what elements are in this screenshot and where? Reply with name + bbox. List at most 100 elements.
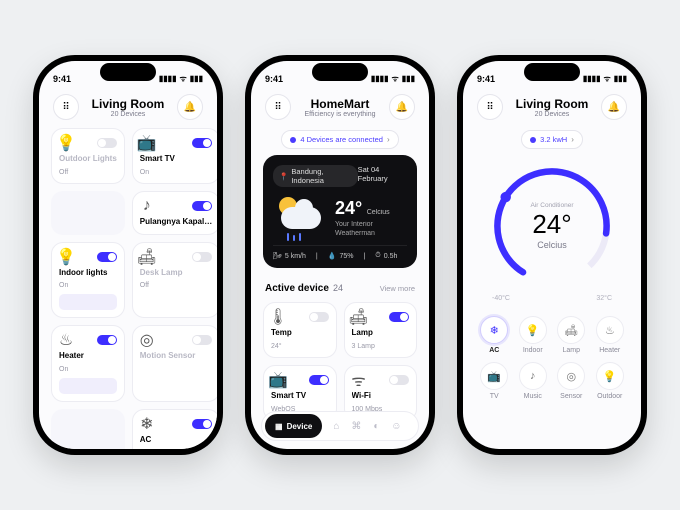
device-card[interactable]: 📺Smart TVOn <box>132 128 217 184</box>
device-card[interactable]: 🌡Temp24° <box>263 302 337 358</box>
weather-temp: 24° <box>335 198 362 218</box>
chevron-right-icon: › <box>387 135 390 144</box>
toggle[interactable] <box>192 201 212 211</box>
toggle[interactable] <box>309 312 329 322</box>
menu-button[interactable]: ⠿ <box>265 94 291 120</box>
device-name: Heater <box>59 352 117 361</box>
control-label: TV <box>490 393 499 400</box>
grid-icon: ▦ <box>275 422 283 431</box>
phone-homemart: 9:41 ▮▮▮▮ ᯤ ▮▮▮ ⠿ HomeMart Efficiency is… <box>245 55 435 455</box>
lamp-icon: 🛋 <box>140 250 154 264</box>
view-more-link[interactable]: View more <box>380 284 415 293</box>
device-name: Motion Sensor <box>140 352 212 361</box>
control-label: AC <box>489 347 499 354</box>
page-subtitle: Efficiency is everything <box>304 111 375 118</box>
bulb-icon: 💡 <box>596 362 624 390</box>
device-slider[interactable] <box>59 378 117 394</box>
control-label: Outdoor <box>597 393 622 400</box>
toggle[interactable] <box>97 335 117 345</box>
device-card[interactable]: ❄ACOn <box>132 409 217 449</box>
toggle[interactable] <box>97 138 117 148</box>
chip-label: 3.2 kwH <box>540 135 567 144</box>
device-card[interactable]: 💡Indoor lightsOn <box>51 242 125 319</box>
heater-icon: ♨ <box>59 333 73 347</box>
device-name: Lamp <box>352 329 410 338</box>
control-outdoor[interactable]: 💡 Outdoor <box>595 362 626 400</box>
control-label: Lamp <box>562 347 580 354</box>
notifications-button[interactable]: 🔔 <box>601 94 627 120</box>
device-card[interactable]: ♪Pulangnya Kapal… <box>132 191 217 235</box>
music-icon: ♪ <box>519 362 547 390</box>
control-sensor[interactable]: ◎Sensor <box>556 362 587 400</box>
toggle[interactable] <box>192 252 212 262</box>
control-indoor[interactable]: 💡Indoor <box>518 316 549 354</box>
device-status: On <box>140 169 212 176</box>
weather-desc2: Weatherman <box>335 230 390 237</box>
toggle[interactable] <box>192 138 212 148</box>
device-card[interactable]: ◎Motion Sensor <box>132 325 217 402</box>
control-ac[interactable]: ❄ AC <box>479 316 510 354</box>
phone-ac-dial: 9:41 ▮▮▮▮ ᯤ ▮▮▮ ⠿ Living Room 20 Devices… <box>457 55 647 455</box>
bulb-icon: 💡 <box>59 250 73 264</box>
ac-icon: ❄ <box>480 316 508 344</box>
wifi-icon: ᯤ <box>179 73 186 84</box>
page-title: Living Room <box>516 97 589 111</box>
device-name: Pulangnya Kapal… <box>140 218 212 227</box>
control-tv[interactable]: 📺TV <box>479 362 510 400</box>
toggle[interactable] <box>389 312 409 322</box>
toggle[interactable] <box>309 375 329 385</box>
control-music[interactable]: ♪ Music <box>518 362 549 400</box>
toggle[interactable] <box>192 419 212 429</box>
toggle[interactable] <box>97 252 117 262</box>
tv-icon: 📺 <box>271 373 285 387</box>
device-slider[interactable] <box>59 294 117 310</box>
toggle[interactable] <box>389 375 409 385</box>
lamp-icon: 🛋 <box>352 310 366 324</box>
droplet-icon: 💧 <box>328 252 337 260</box>
tab-device[interactable]: ▦ Device <box>265 414 322 438</box>
status-time: 9:41 <box>53 74 71 84</box>
status-time: 9:41 <box>265 74 283 84</box>
device-card <box>51 409 125 449</box>
battery-icon: ▮▮▮ <box>402 74 415 83</box>
toggle[interactable] <box>192 335 212 345</box>
signal-icon: ▮▮▮▮ <box>159 74 177 83</box>
tab-tag[interactable]: ⌘ <box>350 420 362 432</box>
dial-unit: Celcius <box>537 240 567 250</box>
weather-desc1: Your Interior <box>335 221 390 228</box>
menu-button[interactable]: ⠿ <box>53 94 79 120</box>
wind-icon: 🌬 <box>273 252 282 260</box>
battery-icon: ▮▮▮ <box>614 74 627 83</box>
device-card[interactable]: ♨HeaterOn <box>51 325 125 402</box>
status-time: 9:41 <box>477 74 495 84</box>
battery-icon: ▮▮▮ <box>190 74 203 83</box>
control-lamp[interactable]: 🛋Lamp <box>556 316 587 354</box>
device-name: Indoor lights <box>59 269 117 278</box>
temperature-dial[interactable]: Air Conditioner 24° Celcius <box>487 161 617 291</box>
weather-card[interactable]: 📍 Bandung, Indonesia Sat 04 February 24°… <box>263 155 417 268</box>
device-name: Smart TV <box>140 155 212 164</box>
notifications-button[interactable]: 🔔 <box>389 94 415 120</box>
device-card <box>51 191 125 235</box>
connected-devices-chip[interactable]: 4 Devices are connected › <box>281 130 398 149</box>
notch <box>312 63 368 81</box>
device-name: AC <box>140 436 212 445</box>
tab-stats[interactable]: ◐ <box>370 420 382 432</box>
control-label: Indoor <box>523 347 543 354</box>
device-card[interactable]: 🛋Lamp3 Lamp <box>344 302 418 358</box>
bulb-icon: 💡 <box>59 136 73 150</box>
control-label: Music <box>524 393 542 400</box>
weather-stats: 🌬5 km/h | 💧75% | ⏱0.5h <box>273 245 407 260</box>
device-card[interactable]: 🛋Desk LampOff <box>132 242 217 319</box>
page-subtitle: 20 Devices <box>516 111 589 118</box>
status-dot-icon <box>290 137 296 143</box>
notifications-button[interactable]: 🔔 <box>177 94 203 120</box>
dial-value: 24° <box>532 209 571 240</box>
device-card[interactable]: 💡Outdoor LightsOff <box>51 128 125 184</box>
energy-chip[interactable]: 3.2 kwH › <box>521 130 583 149</box>
menu-button[interactable]: ⠿ <box>477 94 503 120</box>
tab-profile[interactable]: ☺ <box>390 420 402 432</box>
tab-home[interactable]: ⌂ <box>330 420 342 432</box>
device-name: Outdoor Lights <box>59 155 117 164</box>
control-heater[interactable]: ♨Heater <box>595 316 626 354</box>
